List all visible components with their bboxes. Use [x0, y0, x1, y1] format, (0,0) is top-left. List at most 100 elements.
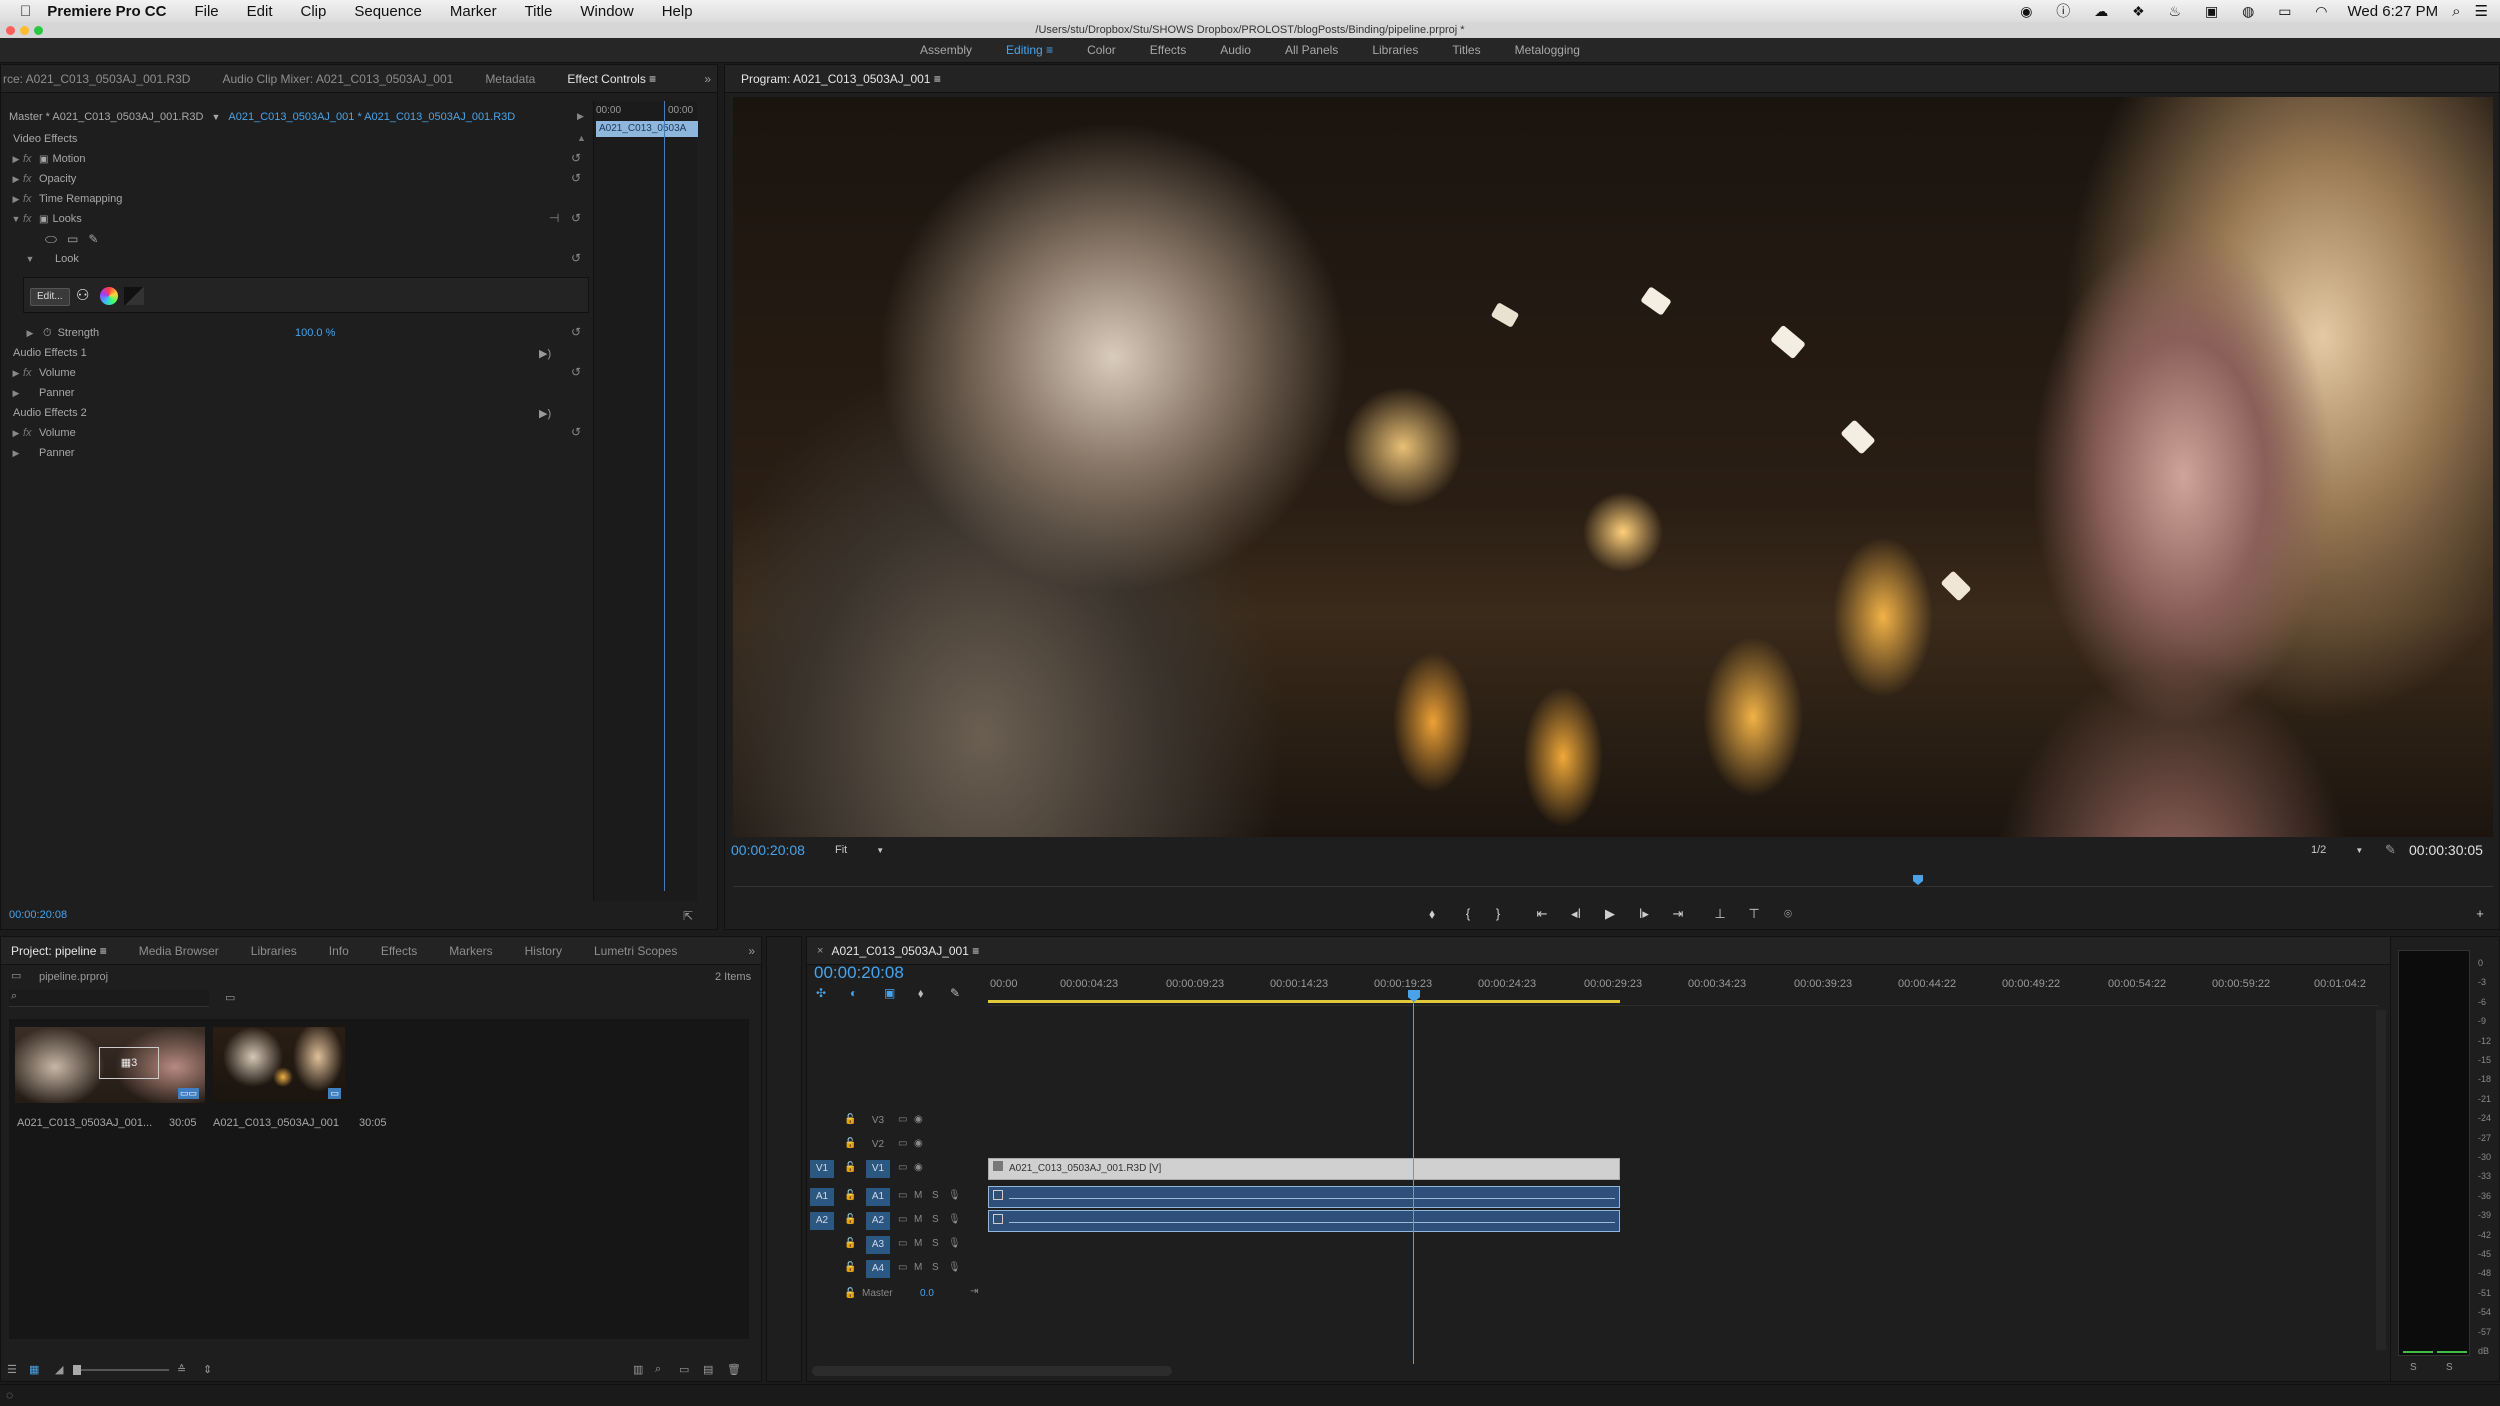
effect-motion[interactable]: ▶ fx ▣ Motion	[9, 149, 86, 169]
menu-edit[interactable]: Edit	[247, 3, 273, 20]
lock-icon[interactable]: 🔓	[844, 1288, 856, 1299]
reset-icon[interactable]: ↺	[571, 211, 581, 225]
menu-title[interactable]: Title	[525, 3, 553, 20]
mic-icon[interactable]: 🎙	[948, 1238, 961, 1249]
panel-overflow-icon[interactable]: »	[704, 72, 711, 86]
program-timecode[interactable]: 00:00:20:08	[731, 842, 805, 858]
effect-mini-timeline[interactable]: 00:00 00:00 A021_C013_0503A	[593, 101, 698, 901]
sync-lock-icon[interactable]: ▭	[898, 1238, 907, 1249]
effect-volume-2[interactable]: ▶ fx Volume	[9, 423, 76, 443]
mini-playhead[interactable]	[664, 101, 665, 891]
audio-play-icon[interactable]: ▶)	[539, 347, 551, 360]
eye-icon[interactable]: ◉	[914, 1138, 923, 1149]
render-status-icon[interactable]: ◌	[6, 1388, 13, 1402]
master-label[interactable]: Master * A021_C013_0503AJ_001.R3D	[9, 111, 203, 123]
minimize-window-button[interactable]	[20, 26, 29, 35]
menu-clip[interactable]: Clip	[301, 3, 327, 20]
sort-icon[interactable]: ≙	[177, 1363, 186, 1376]
mark-in-button[interactable]: {	[1458, 906, 1478, 921]
lock-icon[interactable]: 🔓	[844, 1190, 856, 1201]
lock-icon[interactable]: 🔓	[844, 1262, 856, 1273]
solo-button[interactable]: S	[932, 1262, 939, 1273]
linked-selection-icon[interactable]: ▣	[884, 986, 895, 1000]
tab-audio-clip-mixer[interactable]: Audio Clip Mixer: A021_C013_0503AJ_001	[206, 72, 469, 86]
export-frame-icon[interactable]: ⇱	[683, 909, 693, 923]
new-bin-icon[interactable]: ▭	[679, 1363, 689, 1376]
go-to-end-icon[interactable]: ⇥	[970, 1286, 978, 1297]
audio-clip-a1[interactable]	[988, 1186, 1620, 1208]
program-video-frame[interactable]	[733, 97, 2493, 837]
toggle-output-icon[interactable]: ▭	[898, 1114, 907, 1125]
effect-volume-1[interactable]: ▶ fx Volume	[9, 363, 76, 383]
zoom-slider[interactable]	[73, 1365, 169, 1375]
play-clip-icon[interactable]: ▶	[577, 111, 584, 122]
reset-icon[interactable]: ↺	[571, 171, 581, 185]
reset-icon[interactable]: ↺	[571, 251, 581, 265]
keyframe-icon[interactable]: ⊣	[549, 211, 559, 225]
effect-controls-timecode[interactable]: 00:00:20:08	[9, 909, 67, 921]
menu-help[interactable]: Help	[662, 3, 693, 20]
add-marker-icon[interactable]: ⬧	[918, 986, 923, 1001]
video-clip[interactable]: A021_C013_0503AJ_001.R3D [V]	[988, 1158, 1620, 1180]
timeline-playhead-line[interactable]	[1413, 1000, 1414, 1364]
track-label-v3[interactable]: V3	[866, 1112, 890, 1130]
zoom-window-button[interactable]	[34, 26, 43, 35]
expand-icon[interactable]: ▶	[9, 154, 23, 165]
menu-sequence[interactable]: Sequence	[354, 3, 422, 20]
project-item-thumb[interactable]: ▭	[213, 1027, 345, 1103]
mic-icon[interactable]: 🎙	[948, 1262, 961, 1273]
settings-wrench-icon[interactable]: ✎	[2385, 842, 2396, 858]
automate-icon[interactable]: ⇕	[203, 1363, 212, 1376]
tab-source[interactable]: rce: A021_C013_0503AJ_001.R3D	[1, 72, 206, 86]
icon-view-icon[interactable]: ▦	[29, 1363, 39, 1376]
pen-mask-icon[interactable]: ✎	[88, 232, 98, 246]
tab-media-browser[interactable]: Media Browser	[123, 944, 235, 958]
effect-panner-1[interactable]: ▶ Panner	[9, 383, 75, 403]
play-button[interactable]: ▶	[1600, 906, 1620, 922]
search-icon[interactable]: ⌕	[655, 1363, 661, 1376]
reset-icon[interactable]: ↺	[571, 365, 581, 379]
mute-button[interactable]: M	[914, 1262, 922, 1273]
timeline-timecode[interactable]: 00:00:20:08	[814, 963, 904, 983]
lock-icon[interactable]: 🔓	[844, 1114, 856, 1125]
ellipse-mask-icon[interactable]: ⬭	[45, 231, 57, 248]
zoom-slider-handle[interactable]	[73, 1365, 81, 1375]
mark-out-button[interactable]: }	[1488, 906, 1508, 921]
mute-button[interactable]: M	[914, 1190, 922, 1201]
expand-icon[interactable]: ▶	[9, 388, 23, 399]
tab-effects[interactable]: Effects	[365, 944, 433, 958]
extract-button[interactable]: ⊤	[1744, 906, 1764, 922]
toggle-output-icon[interactable]: ▭	[898, 1138, 907, 1149]
solo-button[interactable]: S	[932, 1238, 939, 1249]
tab-effect-controls[interactable]: Effect Controls ≡	[551, 72, 672, 86]
program-scrubber[interactable]	[733, 873, 2493, 887]
sync-lock-icon[interactable]: ▭	[898, 1214, 907, 1225]
new-item-icon[interactable]: ▤	[703, 1363, 713, 1376]
eye-icon[interactable]: ◉	[914, 1162, 923, 1173]
solo-button[interactable]: S	[932, 1214, 939, 1225]
project-search-input[interactable]: ⌕	[9, 989, 209, 1007]
source-patch-a1[interactable]: A1	[810, 1188, 834, 1206]
audio-play-icon[interactable]: ▶)	[539, 407, 551, 420]
track-label-v2[interactable]: V2	[866, 1136, 890, 1154]
sync-lock-icon[interactable]: ▭	[898, 1190, 907, 1201]
solo-button[interactable]: S	[932, 1190, 939, 1201]
expand-icon[interactable]: ▶	[9, 448, 23, 459]
look-thumbnail[interactable]	[124, 287, 144, 305]
menu-window[interactable]: Window	[580, 3, 633, 20]
mini-clip[interactable]: A021_C013_0503A	[596, 121, 698, 137]
go-to-in-button[interactable]: ⇤	[1532, 906, 1552, 922]
workspace-metalogging[interactable]: Metalogging	[1498, 43, 1597, 57]
lock-icon[interactable]: 🔓	[844, 1162, 856, 1173]
strength-value[interactable]: 100.0 %	[295, 327, 335, 339]
tab-markers[interactable]: Markers	[433, 944, 508, 958]
effect-looks[interactable]: ▼ fx ▣ Looks	[9, 209, 82, 229]
source-patch-a2[interactable]: A2	[810, 1212, 834, 1230]
menu-marker[interactable]: Marker	[450, 3, 497, 20]
meter-solo-left[interactable]: S	[2410, 1362, 2417, 1373]
tab-metadata[interactable]: Metadata	[469, 72, 551, 86]
reset-icon[interactable]: ↺	[571, 425, 581, 439]
collapse-icon[interactable]: ▼	[9, 214, 23, 224]
track-label-a3[interactable]: A3	[866, 1236, 890, 1254]
workspace-color[interactable]: Color	[1070, 43, 1133, 57]
